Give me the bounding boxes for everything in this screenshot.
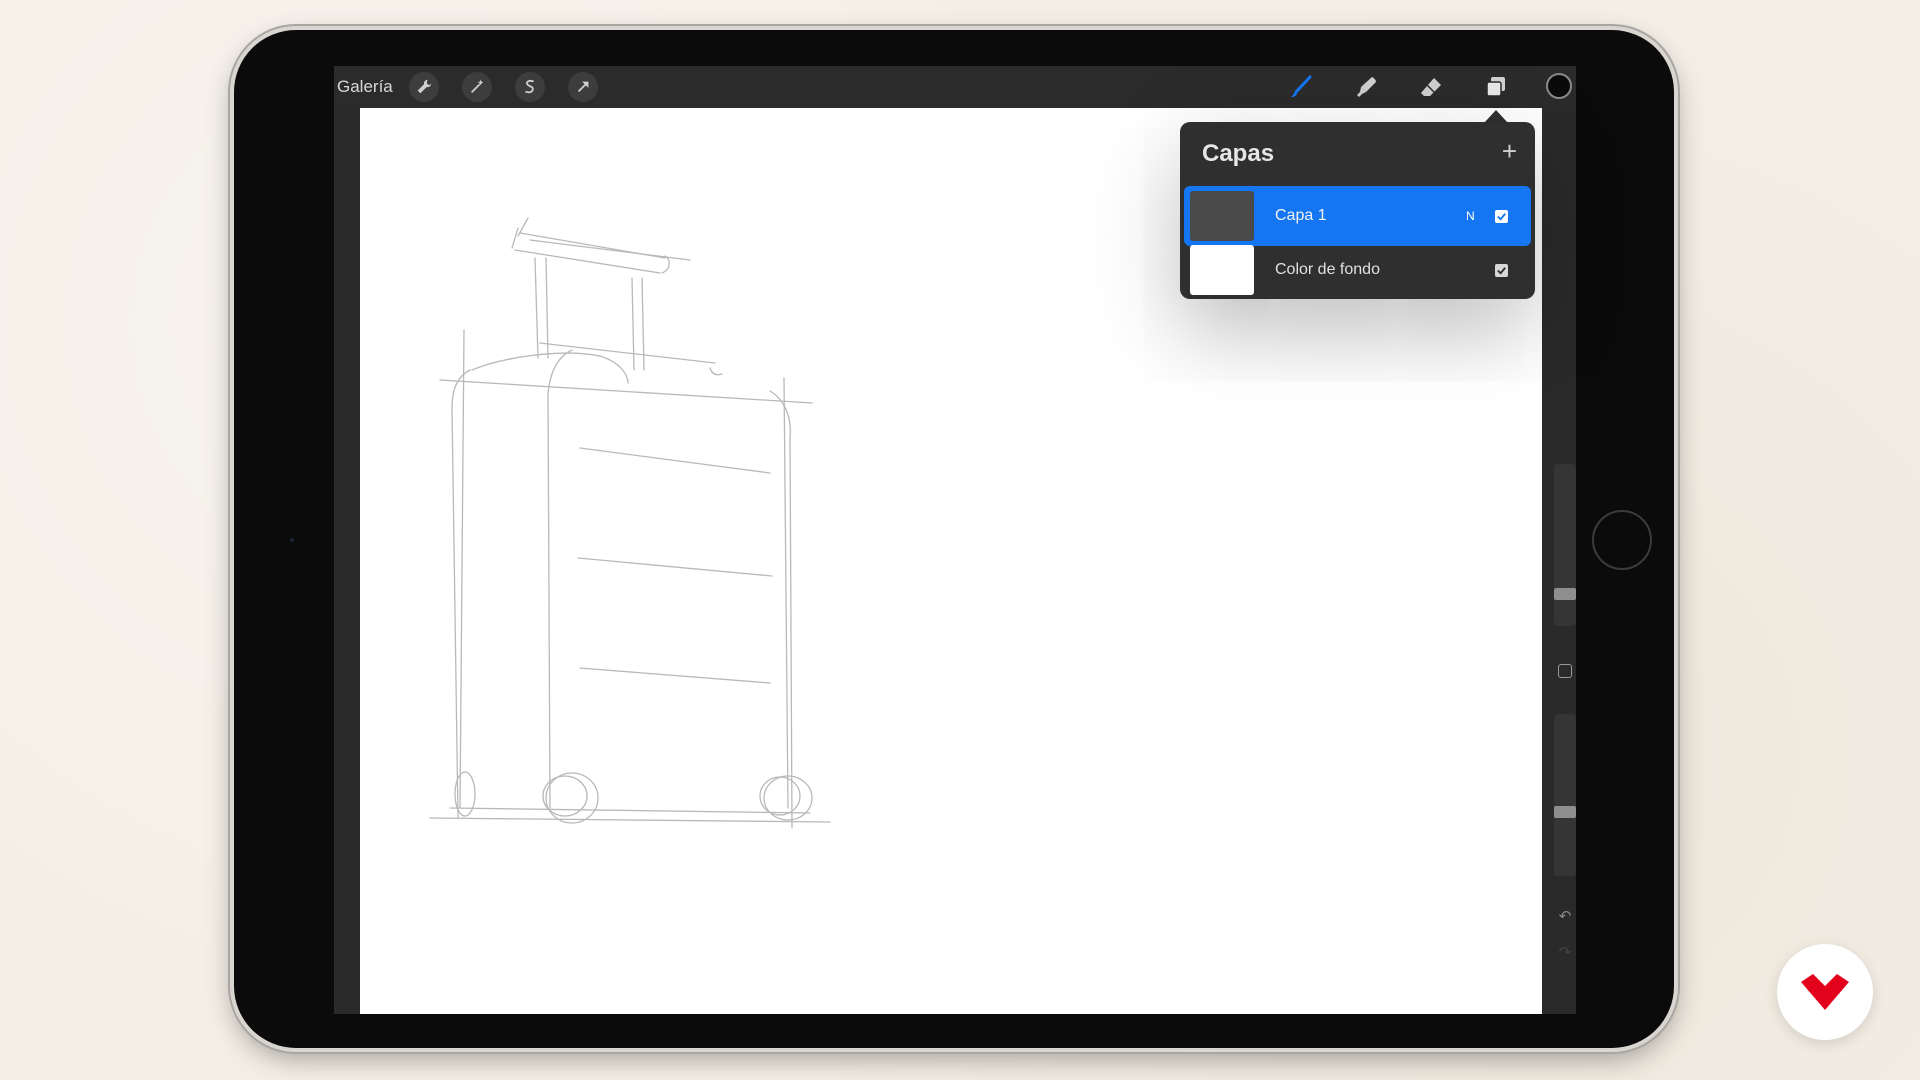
layer-row-capa-1[interactable]: Capa 1 N (1184, 186, 1531, 246)
home-button[interactable] (1592, 510, 1652, 570)
brush-icon[interactable] (1286, 72, 1316, 102)
transform-arrow-icon[interactable] (568, 72, 598, 102)
domestika-logo-icon (1801, 974, 1849, 1010)
brush-size-thumb[interactable] (1554, 588, 1576, 600)
color-picker-button[interactable] (1546, 73, 1572, 99)
magic-wand-icon[interactable] (462, 72, 492, 102)
front-camera (290, 538, 294, 542)
add-layer-button[interactable]: + (1502, 138, 1517, 164)
opacity-thumb[interactable] (1554, 806, 1576, 818)
checkmark-icon (1497, 212, 1506, 221)
layer-row-color-de-fondo[interactable]: Color de fondo (1184, 240, 1531, 300)
layer-thumbnail (1190, 245, 1254, 295)
layers-icon[interactable] (1481, 72, 1511, 102)
gallery-button[interactable]: Galería (337, 77, 393, 97)
wrench-icon[interactable] (409, 72, 439, 102)
eraser-icon[interactable] (1416, 72, 1446, 102)
opacity-slider[interactable] (1554, 714, 1576, 876)
layer-visibility-checkbox[interactable] (1495, 263, 1508, 277)
layer-name: Capa 1 (1275, 207, 1327, 224)
domestika-logo (1777, 944, 1873, 1040)
brush-size-slider[interactable] (1554, 464, 1576, 626)
layer-thumbnail (1190, 191, 1254, 241)
layer-blend-mode-button[interactable]: N (1466, 209, 1475, 223)
side-sliders: ↶ ↷ (1552, 108, 1576, 1014)
layer-visibility-checkbox[interactable] (1495, 209, 1508, 223)
checkmark-icon (1497, 266, 1506, 275)
redo-icon[interactable]: ↷ (1556, 944, 1574, 962)
selection-icon[interactable] (515, 72, 545, 102)
layers-panel: Capas + Capa 1 N Color de fondo (1180, 122, 1535, 299)
layers-panel-title: Capas (1202, 140, 1275, 167)
smudge-icon[interactable] (1351, 72, 1381, 102)
layer-name: Color de fondo (1275, 261, 1380, 278)
undo-icon[interactable]: ↶ (1556, 908, 1574, 926)
modify-button[interactable] (1558, 664, 1572, 678)
top-toolbar: Galería (334, 66, 1576, 108)
